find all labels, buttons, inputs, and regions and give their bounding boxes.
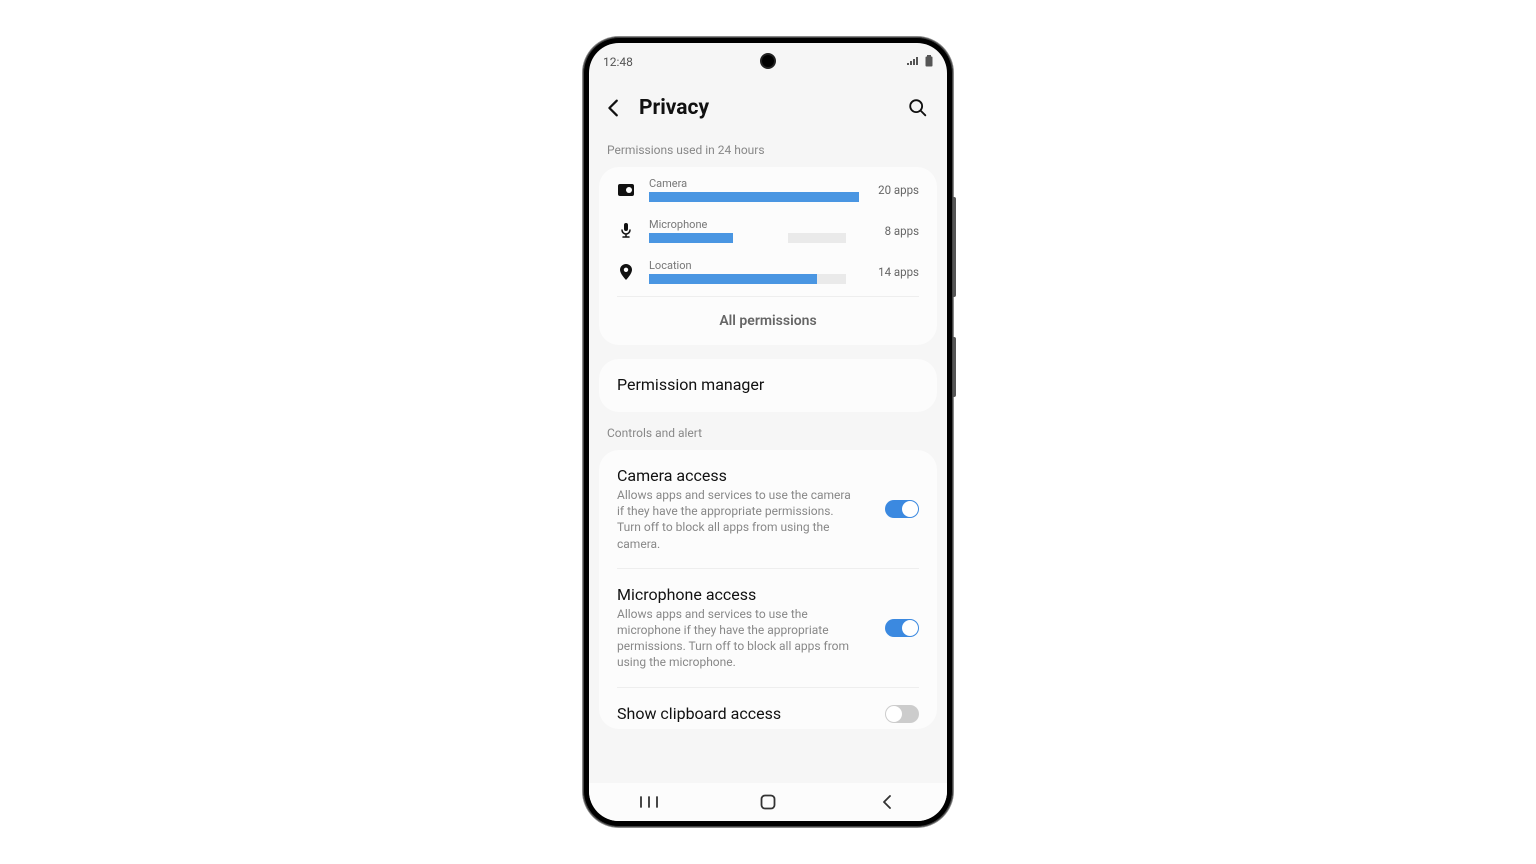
camera-hole <box>760 53 776 69</box>
usage-count: 20 apps <box>873 183 919 197</box>
microphone-access-toggle[interactable] <box>885 619 919 637</box>
usage-bar-fill <box>649 233 733 243</box>
camera-access-toggle[interactable] <box>885 500 919 518</box>
nav-back-button[interactable] <box>857 794 917 810</box>
usage-row-camera[interactable]: Camera 20 apps <box>599 167 937 208</box>
page-title: Privacy <box>639 96 903 120</box>
usage-card: Camera 20 apps Micropho <box>599 167 937 345</box>
usage-label: Microphone <box>649 218 859 231</box>
clipboard-access-item[interactable]: Show clipboard access <box>599 688 937 729</box>
usage-bar-fill <box>649 274 817 284</box>
controls-caption: Controls and alert <box>589 426 947 450</box>
back-button[interactable] <box>599 93 629 123</box>
power-button <box>953 337 956 397</box>
volume-button <box>953 197 956 297</box>
item-desc: Allows apps and services to use the came… <box>617 487 857 552</box>
camera-icon <box>617 184 635 196</box>
usage-bar-track <box>649 192 859 202</box>
item-desc: Allows apps and services to use the micr… <box>617 606 857 671</box>
permission-manager-item[interactable]: Permission manager <box>599 359 937 412</box>
microphone-icon <box>617 223 635 239</box>
item-title: Microphone access <box>617 585 871 604</box>
usage-row-microphone[interactable]: Microphone 8 apps <box>599 208 937 249</box>
item-title: Show clipboard access <box>617 704 871 723</box>
microphone-access-item[interactable]: Microphone access Allows apps and servic… <box>599 569 937 687</box>
usage-bar-track <box>649 233 859 243</box>
nav-bar <box>589 783 947 821</box>
usage-count: 8 apps <box>873 224 919 238</box>
battery-icon <box>925 55 933 70</box>
screen: 12:48 Privacy Permissions used <box>589 43 947 821</box>
item-title: Permission manager <box>617 375 919 394</box>
status-time: 12:48 <box>603 55 633 69</box>
usage-bar-track <box>649 274 859 284</box>
controls-card: Camera access Allows apps and services t… <box>599 450 937 729</box>
phone-frame: 12:48 Privacy Permissions used <box>583 37 953 827</box>
app-header: Privacy <box>589 73 947 143</box>
item-title: Camera access <box>617 466 871 485</box>
search-button[interactable] <box>903 93 933 123</box>
usage-label: Location <box>649 259 859 272</box>
nav-home-button[interactable] <box>738 794 798 810</box>
location-icon <box>617 264 635 280</box>
usage-row-location[interactable]: Location 14 apps <box>599 249 937 290</box>
usage-bar-fill <box>649 192 859 202</box>
usage-count: 14 apps <box>873 265 919 279</box>
camera-access-item[interactable]: Camera access Allows apps and services t… <box>599 450 937 568</box>
usage-label: Camera <box>649 177 859 190</box>
clipboard-access-toggle[interactable] <box>885 705 919 723</box>
permission-manager-card: Permission manager <box>599 359 937 412</box>
signal-icon <box>906 55 920 69</box>
usage-caption: Permissions used in 24 hours <box>589 143 947 167</box>
all-permissions-button[interactable]: All permissions <box>599 297 937 345</box>
nav-recent-button[interactable] <box>619 795 679 809</box>
